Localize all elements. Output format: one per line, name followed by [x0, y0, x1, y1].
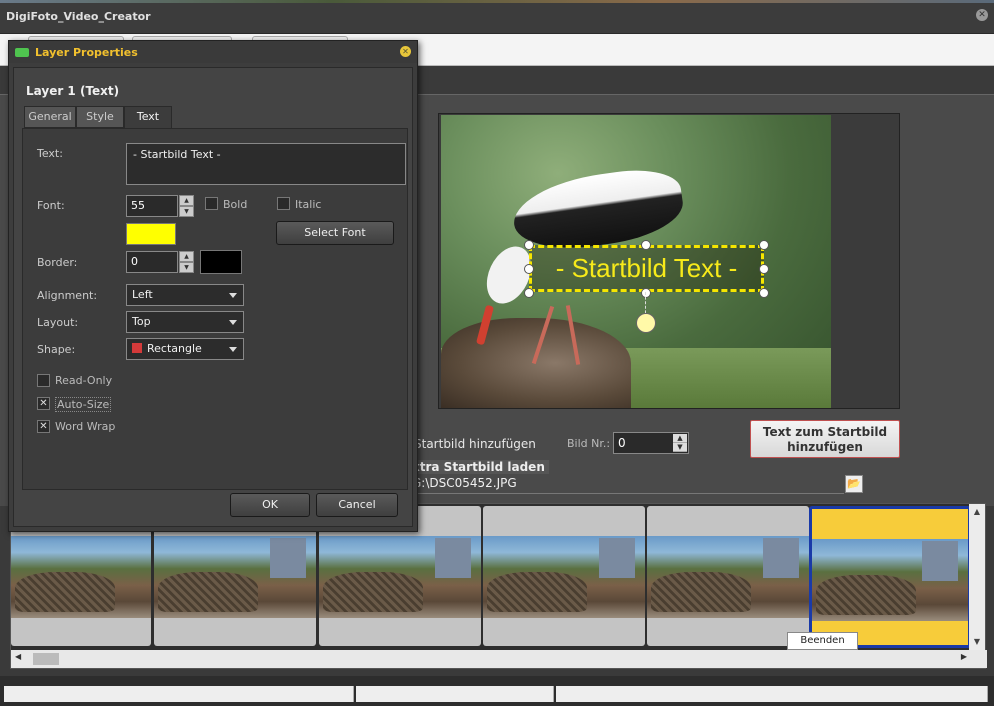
border-label: Border: — [37, 256, 78, 269]
layout-value: Top — [132, 315, 151, 328]
text-input[interactable]: - Startbild Text - — [126, 143, 406, 185]
spin-down-icon[interactable]: ▼ — [179, 206, 194, 217]
text-label: Text: — [37, 147, 63, 160]
status-segment — [556, 686, 988, 702]
text-layer-box[interactable]: - Startbild Text - — [529, 245, 764, 292]
resize-handle-tl[interactable] — [524, 240, 534, 250]
spin-up-icon[interactable]: ▲ — [673, 434, 687, 443]
app-titlebar: DigiFoto_Video_Creator ✕ — [0, 0, 994, 34]
camera-icon — [15, 48, 29, 57]
chevron-down-icon — [229, 293, 237, 298]
add-text-button-line2: hinzufügen — [787, 440, 863, 454]
font-label: Font: — [37, 199, 65, 212]
read-only-checkbox[interactable] — [37, 374, 50, 387]
dialog-title: Layer Properties — [35, 46, 138, 59]
status-segment — [356, 686, 554, 702]
resize-handle-tr[interactable] — [759, 240, 769, 250]
font-color-swatch[interactable] — [126, 223, 176, 245]
spin-down-icon[interactable]: ▼ — [673, 443, 687, 452]
font-size-value[interactable]: 55 — [126, 195, 178, 217]
resize-handle-br[interactable] — [759, 288, 769, 298]
text-layer-content: - Startbild Text - — [555, 253, 738, 283]
cancel-button[interactable]: Cancel — [316, 493, 398, 517]
add-startbild-label: Startbild hinzufügen — [414, 437, 536, 451]
spin-up-icon[interactable]: ▲ — [179, 251, 194, 262]
chevron-down-icon — [229, 347, 237, 352]
statusbar — [0, 676, 994, 706]
dialog-body: Layer 1 (Text) General Style Text Text: … — [13, 67, 413, 527]
auto-size-checkbox[interactable]: ✕ — [37, 397, 50, 410]
filmstrip-vscroll[interactable]: ▲ ▼ — [969, 504, 985, 650]
filmstrip-thumb[interactable] — [483, 506, 645, 646]
shape-color-icon — [132, 343, 142, 353]
spin-up-icon[interactable]: ▲ — [179, 195, 194, 206]
resize-handle-bl[interactable] — [524, 288, 534, 298]
status-segment — [4, 686, 354, 702]
filmstrip-thumb[interactable] — [647, 506, 809, 646]
rotation-handle[interactable] — [636, 313, 656, 333]
folder-open-icon[interactable]: 📂 — [845, 475, 863, 493]
tab-text[interactable]: Text — [124, 106, 172, 129]
app-close-icon[interactable]: ✕ — [976, 9, 988, 21]
read-only-label: Read-Only — [55, 374, 113, 387]
bold-checkbox[interactable] — [205, 197, 218, 210]
bild-nr-label: Bild Nr.: — [567, 437, 611, 450]
resize-handle-t[interactable] — [641, 240, 651, 250]
ok-button[interactable]: OK — [230, 493, 310, 517]
tab-style[interactable]: Style — [76, 106, 124, 128]
word-wrap-checkbox[interactable]: ✕ — [37, 420, 50, 433]
layout-select[interactable]: Top — [126, 311, 244, 333]
border-stepper[interactable]: 0 ▲ ▼ — [126, 251, 194, 273]
shape-select[interactable]: Rectangle — [126, 338, 244, 360]
add-text-button-line1: Text zum Startbild — [762, 425, 888, 439]
scroll-up-icon[interactable]: ▲ — [969, 504, 985, 520]
text-tab-panel: Text: - Startbild Text - Font: 55 ▲ ▼ Bol… — [22, 128, 408, 490]
dialog-close-icon[interactable]: ✕ — [400, 46, 411, 57]
spin-down-icon[interactable]: ▼ — [179, 262, 194, 273]
dialog-titlebar[interactable]: Layer Properties ✕ — [9, 41, 417, 63]
shape-value: Rectangle — [147, 342, 202, 355]
path-field[interactable]: G:\DSC05452.JPG — [408, 474, 844, 494]
alignment-label: Alignment: — [37, 289, 98, 302]
add-text-button[interactable]: Text zum Startbild hinzufügen — [750, 420, 900, 458]
resize-handle-l[interactable] — [524, 264, 534, 274]
app-title: DigiFoto_Video_Creator — [6, 10, 151, 23]
resize-handle-b[interactable] — [641, 288, 651, 298]
bild-nr-value: 0 — [618, 436, 626, 450]
alignment-select[interactable]: Left — [126, 284, 244, 306]
desktop-strip — [0, 0, 994, 3]
scroll-right-icon[interactable]: ▶ — [961, 652, 967, 661]
alignment-value: Left — [132, 288, 153, 301]
shape-label: Shape: — [37, 343, 76, 356]
filmstrip-hscroll[interactable]: ◀ ▶ — [11, 650, 987, 668]
hscroll-thumb[interactable] — [33, 653, 59, 665]
select-font-button[interactable]: Select Font — [276, 221, 394, 245]
bild-nr-spinner[interactable]: ▲ ▼ — [673, 434, 687, 452]
scroll-down-icon[interactable]: ▼ — [969, 634, 985, 650]
filmstrip-thumb-selected[interactable] — [809, 506, 971, 648]
word-wrap-label: Word Wrap — [55, 420, 116, 433]
layer-title: Layer 1 (Text) — [26, 84, 120, 98]
chevron-down-icon — [229, 320, 237, 325]
bild-nr-field[interactable]: 0 ▲ ▼ — [613, 432, 689, 454]
border-value[interactable]: 0 — [126, 251, 178, 273]
scroll-left-icon[interactable]: ◀ — [15, 652, 21, 661]
border-color-swatch[interactable] — [200, 250, 242, 274]
font-size-stepper[interactable]: 55 ▲ ▼ — [126, 195, 194, 217]
tooltip: Beenden — [787, 632, 858, 650]
tab-general[interactable]: General — [24, 106, 76, 128]
italic-checkbox[interactable] — [277, 197, 290, 210]
bold-label: Bold — [223, 198, 248, 211]
italic-label: Italic — [295, 198, 322, 211]
extra-startbild-label: xtra Startbild laden — [412, 460, 549, 474]
layer-properties-dialog: Layer Properties ✕ Layer 1 (Text) Genera… — [8, 40, 418, 532]
resize-handle-r[interactable] — [759, 264, 769, 274]
auto-size-label: Auto-Size — [55, 397, 112, 412]
layout-label: Layout: — [37, 316, 79, 329]
